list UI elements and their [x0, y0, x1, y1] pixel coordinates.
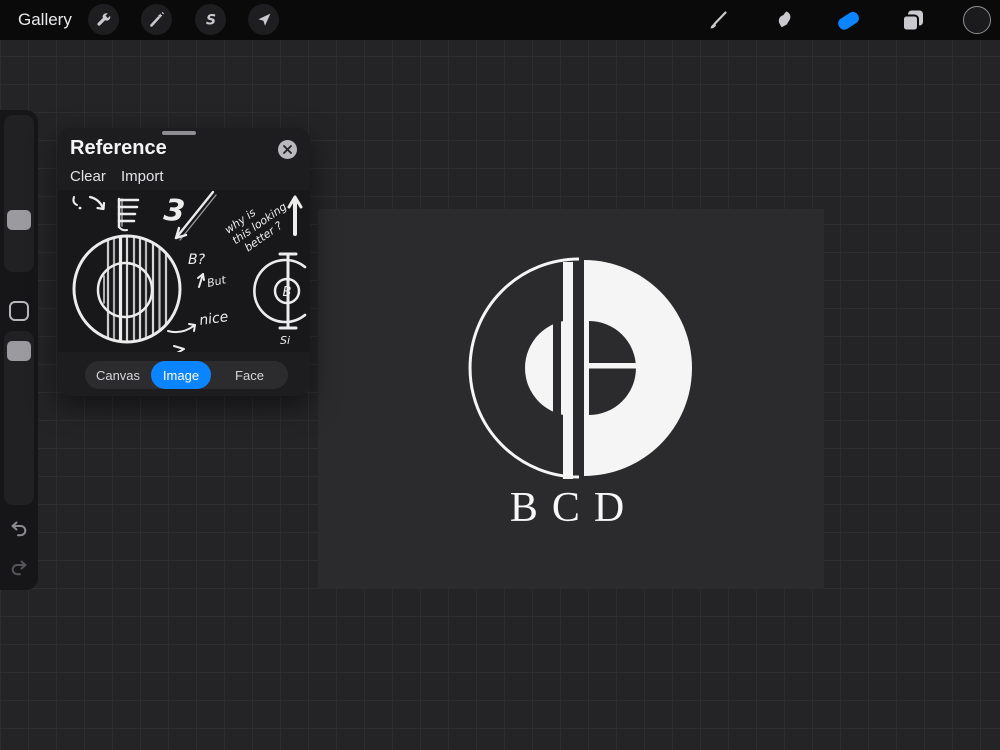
canvas-artboard[interactable]: BCD — [318, 209, 824, 589]
color-button[interactable] — [962, 5, 992, 35]
sketch-note-b: B — [283, 285, 292, 300]
sketch-note-3: 3 — [162, 193, 186, 230]
smudge-tool-button[interactable] — [768, 5, 798, 35]
wrench-icon — [95, 11, 112, 28]
redo-icon — [8, 557, 30, 579]
procreate-app: { "topbar": { "gallery_label": "Gallery"… — [0, 0, 1000, 750]
x-glyph — [283, 145, 292, 154]
gallery-button[interactable]: Gallery — [18, 0, 72, 40]
sketch-e-mark — [119, 199, 138, 230]
sketch-note-bq: B? — [188, 252, 206, 268]
reference-tabs: Canvas Image Face — [85, 361, 288, 389]
sketch-bottom-arrow — [174, 346, 184, 352]
selection-glyph: S — [205, 12, 215, 28]
actions-button[interactable] — [88, 4, 119, 35]
reference-image[interactable]: 3 why is this looking better ? B? But ni… — [58, 190, 310, 352]
sketch-note-why: why is this looking better ? — [222, 190, 296, 258]
sketch-swoosh-arrow — [90, 197, 104, 209]
sketch-up-arrow — [289, 197, 301, 234]
close-icon[interactable] — [278, 140, 297, 159]
tab-image[interactable]: Image — [151, 361, 211, 389]
smudge-icon — [771, 8, 795, 32]
brush-size-slider[interactable] — [4, 115, 34, 272]
adjustments-button[interactable] — [141, 4, 172, 35]
brush-sidebar — [0, 110, 38, 590]
logo-text: BCD — [510, 485, 638, 531]
sketch-hook — [73, 197, 77, 205]
opacity-thumb[interactable] — [7, 341, 31, 361]
brush-icon — [706, 8, 730, 32]
logo-dark-stripe — [553, 313, 561, 423]
color-swatch — [963, 6, 991, 34]
magic-wand-icon — [148, 11, 165, 28]
redo-button[interactable] — [8, 557, 30, 579]
reference-sketch: 3 why is this looking better ? B? But ni… — [58, 190, 310, 352]
sketch-nice-arrow — [168, 324, 195, 332]
modify-button[interactable] — [9, 301, 29, 321]
opacity-slider[interactable] — [4, 331, 34, 505]
brush-size-thumb[interactable] — [7, 210, 31, 230]
import-button[interactable]: Import — [121, 168, 164, 185]
panel-title: Reference — [70, 137, 167, 160]
sketch-note-nice: nice — [198, 309, 229, 329]
transform-arrow-icon — [256, 12, 272, 28]
tab-canvas[interactable]: Canvas — [85, 361, 151, 389]
reference-panel: Reference Clear Import — [58, 128, 310, 396]
sketch-note-but: But — [206, 273, 228, 290]
transform-button[interactable] — [248, 4, 279, 35]
sketch-but-arrow — [198, 274, 204, 287]
topbar: Gallery S — [0, 0, 1000, 40]
selection-button[interactable]: S — [195, 4, 226, 35]
undo-button[interactable] — [8, 518, 30, 540]
tab-face[interactable]: Face — [211, 361, 288, 389]
undo-icon — [8, 518, 30, 540]
eraser-icon — [835, 7, 861, 33]
sketch-inner-circle — [98, 263, 152, 317]
clear-button[interactable]: Clear — [70, 168, 106, 185]
paint-tool-button[interactable] — [703, 5, 733, 35]
sketch-note-si: Si — [280, 334, 290, 347]
layers-icon — [900, 7, 926, 33]
bcd-logo: BCD — [318, 209, 824, 589]
logo-divider — [589, 363, 636, 369]
drag-handle-icon[interactable] — [162, 131, 196, 135]
sketch-right-circle — [254, 254, 305, 328]
selection-s-icon: S — [202, 11, 220, 29]
layers-button[interactable] — [898, 5, 928, 35]
erase-tool-button[interactable] — [833, 5, 863, 35]
logo-center-bar — [563, 262, 573, 479]
